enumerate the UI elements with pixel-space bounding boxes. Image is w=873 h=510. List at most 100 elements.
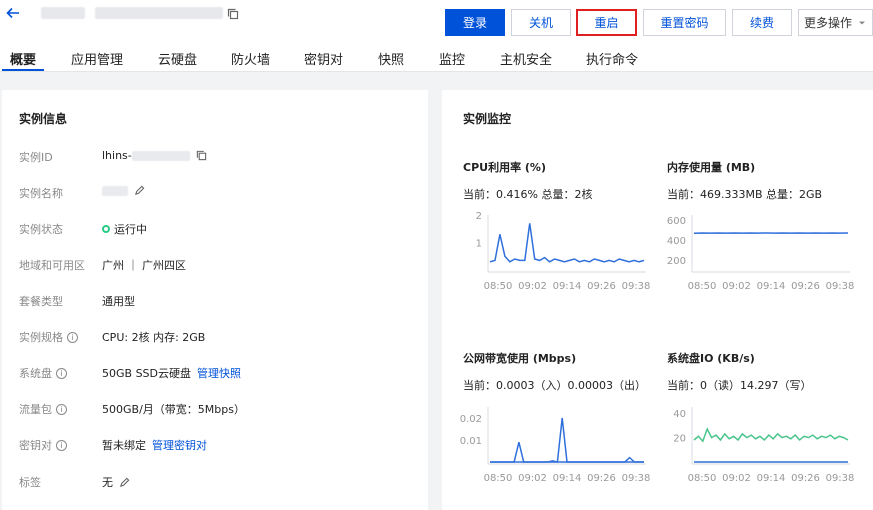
x-tick-label: 09:02 [518, 473, 547, 482]
instance-monitor-title: 实例监控 [463, 110, 511, 127]
series-line-0 [490, 418, 644, 462]
tab-firewall[interactable]: 防火墙 [231, 49, 270, 68]
more-actions-label: 更多操作 [804, 14, 852, 31]
plan-type-label: 套餐类型 [19, 293, 63, 309]
instance-name-redacted [41, 7, 85, 19]
x-tick-label: 09:38 [622, 281, 650, 290]
cpu-chart-title: CPU利用率 (%) [463, 159, 546, 175]
cpu-chart-current: 当前：0.416% 总量：2核 [463, 186, 592, 202]
instance-address-redacted [95, 7, 223, 19]
info-icon[interactable]: i [56, 440, 67, 451]
x-tick-label: 09:14 [757, 473, 786, 482]
series-line-0 [694, 429, 848, 441]
tab-key-pair[interactable]: 密钥对 [304, 49, 343, 68]
instance-status-label: 实例状态 [19, 221, 63, 237]
tags-label: 标签 [19, 474, 41, 490]
login-button[interactable]: 登录 [445, 9, 505, 36]
x-tick-label: 09:26 [791, 473, 820, 482]
y-tick-label: 0.01 [460, 436, 482, 447]
y-tick-label: 1 [476, 239, 482, 250]
instance-id-value: lhins- [102, 149, 207, 162]
y-tick-label: 600 [667, 216, 686, 227]
x-tick-label: 09:14 [553, 473, 582, 482]
y-tick-label: 0.02 [460, 414, 482, 425]
tab-overview[interactable]: 概要 [10, 49, 36, 68]
x-tick-label: 09:02 [518, 281, 547, 290]
x-tick-label: 09:38 [826, 281, 854, 290]
x-tick-label: 08:50 [484, 281, 513, 290]
key-pair-value: 暂未绑定 管理密钥对 [102, 437, 207, 453]
copy-icon[interactable] [196, 150, 207, 161]
memory-chart-current: 当前：469.333MB 总量：2GB [667, 186, 822, 202]
caret-down-icon [857, 19, 867, 27]
y-tick-label: 40 [673, 409, 686, 420]
tab-monitoring[interactable]: 监控 [439, 49, 465, 68]
x-tick-label: 09:38 [826, 473, 854, 482]
memory-chart-title: 内存使用量 (MB) [667, 159, 755, 175]
info-icon[interactable]: i [67, 332, 78, 343]
instance-info-panel: 实例信息 实例ID lhins- 实例名称 实例状态 运行中 地域和可用区 广州… [2, 90, 428, 510]
instance-spec-label: 实例规格i [19, 329, 78, 345]
bandwidth-chart-current: 当前：0.0003（入）0.00003（出） [463, 377, 646, 393]
manage-key-pair-link[interactable]: 管理密钥对 [152, 437, 207, 453]
disk-io-chart-title: 系统盘IO (KB/s) [667, 350, 755, 366]
series-line-0 [490, 223, 644, 261]
x-tick-label: 09:38 [622, 473, 650, 482]
x-tick-label: 08:50 [484, 473, 513, 482]
disk-io-chart-current: 当前：0（读）14.297（写） [667, 377, 812, 393]
info-icon[interactable]: i [56, 368, 67, 379]
region-label: 地域和可用区 [19, 257, 85, 273]
tab-snapshot[interactable]: 快照 [378, 49, 404, 68]
x-tick-label: 09:26 [587, 281, 616, 290]
system-disk-label: 系统盘i [19, 365, 67, 381]
x-tick-label: 09:02 [722, 281, 751, 290]
restart-button[interactable]: 重启 [576, 9, 637, 36]
tags-value: 无 [102, 474, 130, 490]
instance-monitor-panel: 实例监控 CPU利用率 (%) 当前：0.416% 总量：2核 1208:500… [442, 90, 873, 510]
tab-run-command[interactable]: 执行命令 [586, 49, 638, 68]
x-tick-label: 08:50 [688, 473, 717, 482]
y-tick-label: 2 [476, 211, 482, 222]
x-tick-label: 09:14 [757, 281, 786, 290]
renew-button[interactable]: 续费 [732, 9, 792, 36]
reset-password-button[interactable]: 重置密码 [643, 9, 726, 36]
disk-io-chart: 20 40 08:50 09:02 09:14 09:26 09:38 [664, 402, 854, 482]
tab-host-security[interactable]: 主机安全 [500, 49, 552, 68]
tab-cloud-disk[interactable]: 云硬盘 [158, 49, 197, 68]
instance-status-value: 运行中 [102, 221, 147, 237]
instance-name-label: 实例名称 [19, 185, 63, 201]
tab-app-management[interactable]: 应用管理 [71, 49, 123, 68]
bandwidth-chart-title: 公网带宽使用 (Mbps) [463, 350, 576, 366]
x-tick-label: 09:14 [553, 281, 582, 290]
y-tick-label: 400 [667, 236, 686, 247]
x-tick-label: 09:26 [587, 473, 616, 482]
manage-snapshot-link[interactable]: 管理快照 [197, 365, 241, 381]
y-tick-label: 200 [667, 256, 686, 267]
arrow-left-icon[interactable] [6, 6, 20, 20]
y-tick-label: 20 [673, 434, 686, 445]
active-tab-indicator [2, 69, 44, 71]
edit-icon[interactable] [134, 185, 145, 196]
bandwidth-usage-chart: 0.01 0.02 08:50 09:02 09:14 09:26 09:38 [460, 402, 650, 482]
running-status-icon [102, 225, 110, 233]
system-disk-value: 50GB SSD云硬盘 管理快照 [102, 365, 241, 381]
x-tick-label: 08:50 [688, 281, 717, 290]
edit-icon[interactable] [119, 477, 130, 488]
traffic-package-label: 流量包i [19, 401, 67, 417]
region-value: 广州 ｜ 广州四区 [102, 257, 186, 273]
instance-id-label: 实例ID [19, 149, 53, 165]
instance-name-value [102, 185, 145, 196]
copy-icon[interactable] [227, 8, 239, 20]
memory-usage-chart: 20040060008:5009:0209:1409:2609:38 [664, 210, 854, 290]
shutdown-button[interactable]: 关机 [511, 9, 571, 36]
cpu-usage-chart: 1 2 08:50 09:02 09:14 09:26 09:38 [460, 210, 650, 290]
more-actions-button[interactable]: 更多操作 [798, 9, 873, 36]
x-tick-label: 09:02 [722, 473, 751, 482]
plan-type-value: 通用型 [102, 293, 135, 309]
traffic-package-value: 500GB/月（带宽：5Mbps） [102, 401, 245, 417]
key-pair-label: 密钥对i [19, 437, 67, 453]
instance-spec-value: CPU: 2核 内存: 2GB [102, 329, 205, 345]
top-bar: 登录 关机 重启 重置密码 续费 更多操作 [0, 0, 873, 42]
info-icon[interactable]: i [56, 404, 67, 415]
tab-bar: 概要 应用管理 云硬盘 防火墙 密钥对 快照 监控 主机安全 执行命令 [0, 42, 873, 72]
